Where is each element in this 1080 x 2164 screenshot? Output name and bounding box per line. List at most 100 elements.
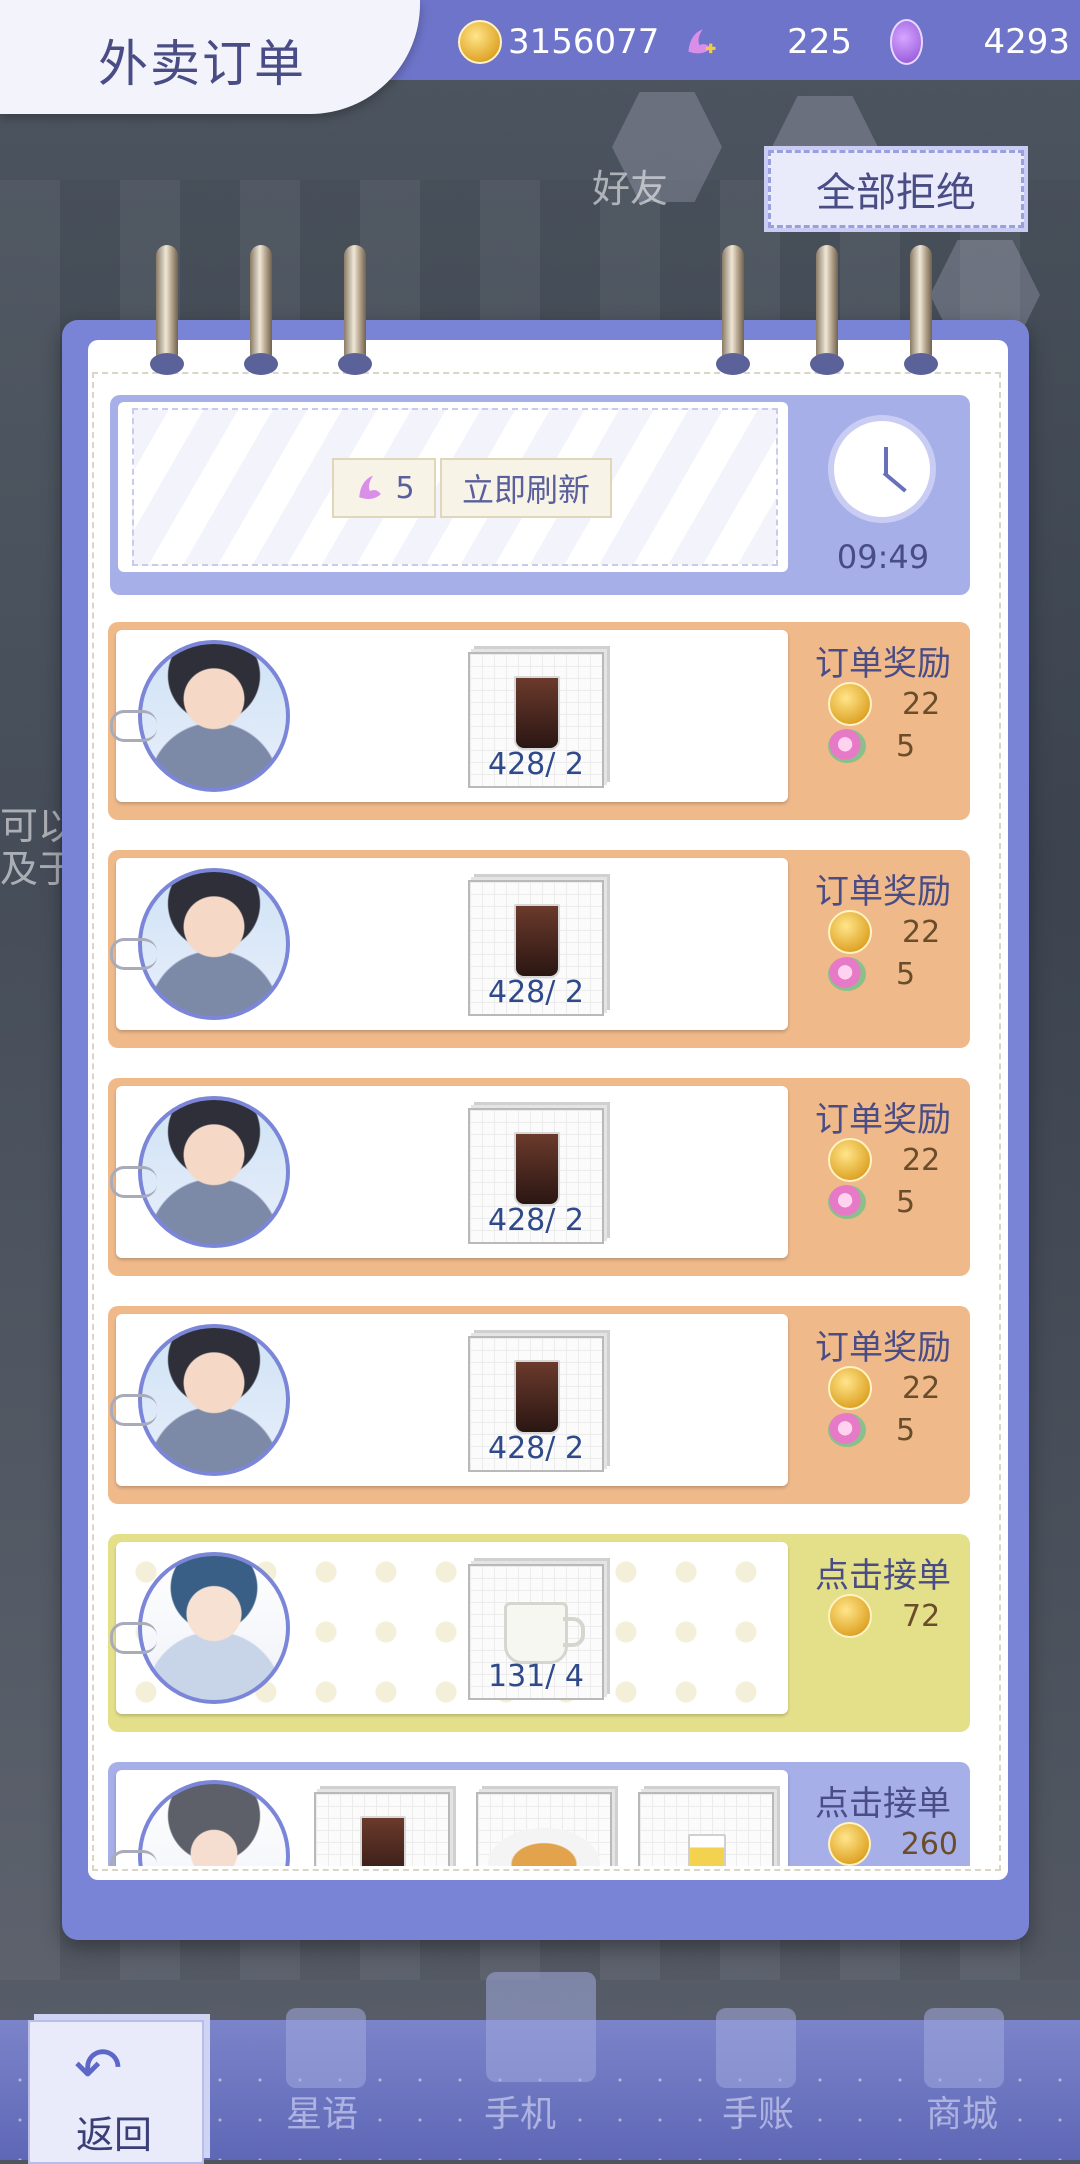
order-panel: 428/ 2 [110,858,788,1030]
paper-clip-icon [110,1850,157,1866]
flower-icon [828,729,866,763]
gold-coin-icon [828,682,872,726]
order-card[interactable]: 428/ 2 订单奖励 22 5 [108,622,970,820]
item-quantity: 428/ 2 [488,1431,584,1466]
cola-icon [514,1132,560,1206]
order-card[interactable]: 428/ 2 订单奖励 22 5 [108,1078,970,1276]
order-panel: 131/ 4 [110,1542,788,1714]
binder-ring [716,245,750,375]
order-item-tile: 131/ 4 [468,1564,604,1700]
swan-counter[interactable]: 225 [682,16,852,68]
swan-crystal-icon [359,475,382,500]
item-quantity: 131/ 4 [488,1659,584,1694]
gold-coin-icon [458,20,502,64]
nav-shop[interactable]: 商城 [926,2085,998,2137]
cola-icon [360,1816,406,1866]
reward-flower: 5 [828,726,958,766]
moon-counter: 4293 [890,16,1070,68]
cola-icon [514,1360,560,1434]
reward-gold-amount: 22 [902,686,941,722]
gold-counter: 3156077 [458,16,659,68]
nav-stars[interactable]: 星语 [286,2085,358,2137]
reward-gold: 260 [828,1822,958,1866]
customer-avatar [138,1096,290,1248]
order-panel [110,1770,788,1866]
reward-flower: 5 [828,1410,958,1450]
back-button[interactable]: ↶ 返回 [28,2020,204,2164]
reward-gold-amount: 72 [902,1598,941,1634]
customer-avatar [138,868,290,1020]
milk-cup-icon [504,1602,585,1664]
refresh-cost: 5 [332,458,436,518]
order-reward-title: 订单奖励 [815,872,951,912]
juice-glass-icon [688,1834,726,1866]
binder-ring [244,245,278,375]
order-reward-title: 订单奖励 [815,1100,951,1140]
order-item-tile [476,1792,612,1866]
reward-gold: 72 [828,1594,958,1638]
customer-avatar [138,1324,290,1476]
paper-clip-icon [110,1622,157,1654]
binder-ring [338,245,372,375]
order-item-tile: 428/ 2 [468,1336,604,1472]
refresh-timer: 09:49 [836,538,930,576]
order-item-tile: 428/ 2 [468,652,604,788]
gold-amount: 3156077 [508,22,660,62]
reward-flower-amount: 5 [896,728,916,764]
gold-coin-icon [828,1822,871,1866]
refuse-all-button[interactable]: 全部拒绝 [768,150,1024,228]
phone-nav-icon[interactable] [486,1972,596,2082]
stars-nav-icon[interactable] [286,2008,366,2088]
order-panel: 428/ 2 [110,1086,788,1258]
order-panel: 428/ 2 [110,630,788,802]
order-item-tile: 428/ 2 [468,1108,604,1244]
order-card[interactable]: 428/ 2 订单奖励 22 5 [108,1306,970,1504]
customer-avatar [138,640,290,792]
item-quantity: 428/ 2 [488,975,584,1010]
reward-flower-amount: 5 [896,1412,916,1448]
order-item-tile [314,1792,450,1866]
paper-clip-icon [110,1394,157,1426]
cola-icon [514,676,560,750]
friends-label: 好友 [592,167,669,211]
gold-coin-icon [828,910,872,954]
paper-clip-icon [110,1166,157,1198]
reward-gold: 22 [828,682,958,726]
shop-nav-icon[interactable] [924,2008,1004,2088]
clock-icon [828,415,936,523]
gold-coin-icon [828,1138,872,1182]
flower-icon [828,957,866,991]
reward-gold-amount: 22 [902,1370,941,1406]
reward-gold-amount: 22 [902,1142,941,1178]
order-item-tile: 428/ 2 [468,880,604,1016]
nav-journal[interactable]: 手账 [722,2085,794,2137]
gold-coin-icon [828,1594,872,1638]
reward-gold-amount: 22 [902,914,941,950]
accept-order-button[interactable]: 点击接单 [798,1548,968,1597]
order-reward-title: 订单奖励 [815,1328,951,1368]
binder-ring [810,245,844,375]
back-label: 返回 [76,2113,153,2157]
order-item-tile [638,1792,774,1866]
flower-icon [828,1185,866,1219]
reward-flower-amount: 5 [896,1184,916,1220]
order-card[interactable]: 428/ 2 订单奖励 22 5 [108,850,970,1048]
accept-order-button[interactable]: 点击接单 [798,1776,968,1825]
binder-ring [150,245,184,375]
order-reward-title: 订单奖励 [815,644,951,684]
cola-icon [514,904,560,978]
nav-phone[interactable]: 手机 [484,2085,556,2137]
moon-token-icon [890,19,924,65]
order-card[interactable]: 131/ 4 点击接单 72 [108,1534,970,1732]
item-quantity: 428/ 2 [488,1203,584,1238]
refresh-now-button[interactable]: 立即刷新 [440,458,612,518]
binder-ring [904,245,938,375]
journal-nav-icon[interactable] [716,2008,796,2088]
swan-crystal-plus-icon[interactable] [682,20,717,64]
title-tab: 外卖订单 [0,0,420,114]
order-card[interactable]: 点击接单 260 [108,1762,970,1866]
customer-avatar [138,1552,290,1704]
reward-gold-amount: 260 [900,1826,958,1862]
moon-amount: 4293 [983,22,1070,62]
reward-gold: 22 [828,1366,958,1410]
